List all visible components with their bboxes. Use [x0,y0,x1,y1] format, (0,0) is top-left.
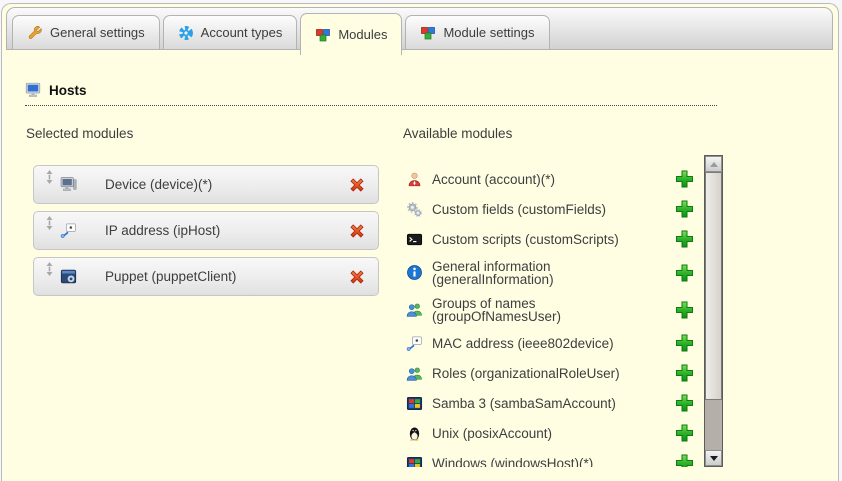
tab-label: General settings [50,25,145,40]
delete-x-icon [347,229,367,244]
add-module-button[interactable] [675,170,694,189]
tab-general-settings[interactable]: General settings [12,15,160,49]
user-icon [406,171,423,188]
wrench-icon [27,25,43,41]
remove-module-button[interactable] [347,221,367,241]
hosts-title: Hosts [49,83,87,98]
delete-x-icon [347,183,367,198]
module-label: Device (device)(*) [105,177,212,192]
module-label: General information (generalInformation) [432,260,667,286]
module-label: IP address (ipHost) [105,223,220,238]
remove-module-button[interactable] [347,175,367,195]
tab-label: Module settings [443,25,534,40]
group-icon [406,365,423,382]
module-label: Roles (organizationalRoleUser) [432,367,667,380]
terminal-icon [406,231,423,248]
tab-label: Modules [338,27,387,42]
drag-handle-icon[interactable] [45,262,54,276]
available-module-row: Custom fields (customFields) [403,194,703,224]
available-module-row: General information (generalInformation) [403,254,703,291]
plus-icon [675,237,694,252]
available-module-row: Unix (posixAccount) [403,418,703,448]
available-module-row: Samba 3 (sambaSamAccount) [403,388,703,418]
plus-icon [675,177,694,192]
plus-icon [675,431,694,446]
network-icon [60,222,77,239]
add-module-button[interactable] [675,263,694,282]
module-label: Custom fields (customFields) [432,203,667,216]
add-module-button[interactable] [675,334,694,353]
module-label: Unix (posixAccount) [432,427,667,440]
available-module-row: Custom scripts (customScripts) [403,224,703,254]
monitor-icon [25,82,41,98]
plus-icon [675,270,694,285]
selected-module-row[interactable]: Device (device)(*) [33,165,379,204]
add-module-button[interactable] [675,364,694,383]
arrow-down-icon [710,456,718,461]
scrollbar-up-button[interactable] [705,156,722,172]
tux-icon [406,425,423,442]
page: General settings Account types Modules M… [0,0,842,481]
drag-handle-icon[interactable] [45,170,54,184]
module-label: Custom scripts (customScripts) [432,233,667,246]
tab-label: Account types [201,25,283,40]
tab-module-settings[interactable]: Module settings [405,15,549,49]
gears-icon [406,201,423,218]
module-label: Puppet (puppetClient) [105,269,236,284]
plus-icon [675,207,694,222]
plus-icon [675,461,694,468]
hosts-section-header: Hosts [25,82,717,106]
add-module-button[interactable] [675,454,694,468]
group-icon [406,301,423,318]
module-label: Windows (windowsHost)(*) [432,457,667,468]
selected-module-row[interactable]: Puppet (puppetClient) [33,257,379,296]
tab-modules[interactable]: Modules [300,13,402,55]
selected-modules-heading: Selected modules [26,126,133,141]
plus-icon [675,307,694,322]
scrollbar[interactable] [704,155,723,467]
plus-icon [675,341,694,356]
available-module-row: Groups of names (groupOfNamesUser) [403,291,703,328]
module-label: Groups of names (groupOfNamesUser) [432,297,667,323]
device-icon [60,176,77,193]
gear-icon [178,25,194,41]
puppet-icon [60,268,77,285]
network-icon [406,335,423,352]
arrow-up-icon [710,162,718,167]
available-modules-list: Account (account)(*) Custom fields (cust… [403,156,703,467]
module-label: Samba 3 (sambaSamAccount) [432,397,667,410]
plus-icon [675,401,694,416]
windows-icon [406,455,423,468]
add-module-button[interactable] [675,200,694,219]
scrollbar-down-button[interactable] [705,450,722,466]
scrollbar-thumb[interactable] [705,172,722,400]
available-module-row: Roles (organizationalRoleUser) [403,358,703,388]
add-module-button[interactable] [675,300,694,319]
available-module-row: MAC address (ieee802device) [403,328,703,358]
module-label: Account (account)(*) [432,173,667,186]
available-module-row: Account (account)(*) [403,164,703,194]
add-module-button[interactable] [675,394,694,413]
plus-icon [675,371,694,386]
add-module-button[interactable] [675,230,694,249]
selected-modules-list: Device (device)(*) IP address (ipHost) [33,165,379,296]
delete-x-icon [347,275,367,290]
available-module-row: Windows (windowsHost)(*) [403,448,703,467]
tab-account-types[interactable]: Account types [163,15,298,49]
tab-bar: General settings Account types Modules M… [6,7,833,50]
module-label: MAC address (ieee802device) [432,337,667,350]
available-modules-heading: Available modules [403,126,512,141]
remove-module-button[interactable] [347,267,367,287]
add-module-button[interactable] [675,424,694,443]
modules-icon [315,27,331,43]
drag-handle-icon[interactable] [45,216,54,230]
info-icon [406,264,423,281]
selected-module-row[interactable]: IP address (ipHost) [33,211,379,250]
samba-icon [406,395,423,412]
modules-icon [420,25,436,41]
